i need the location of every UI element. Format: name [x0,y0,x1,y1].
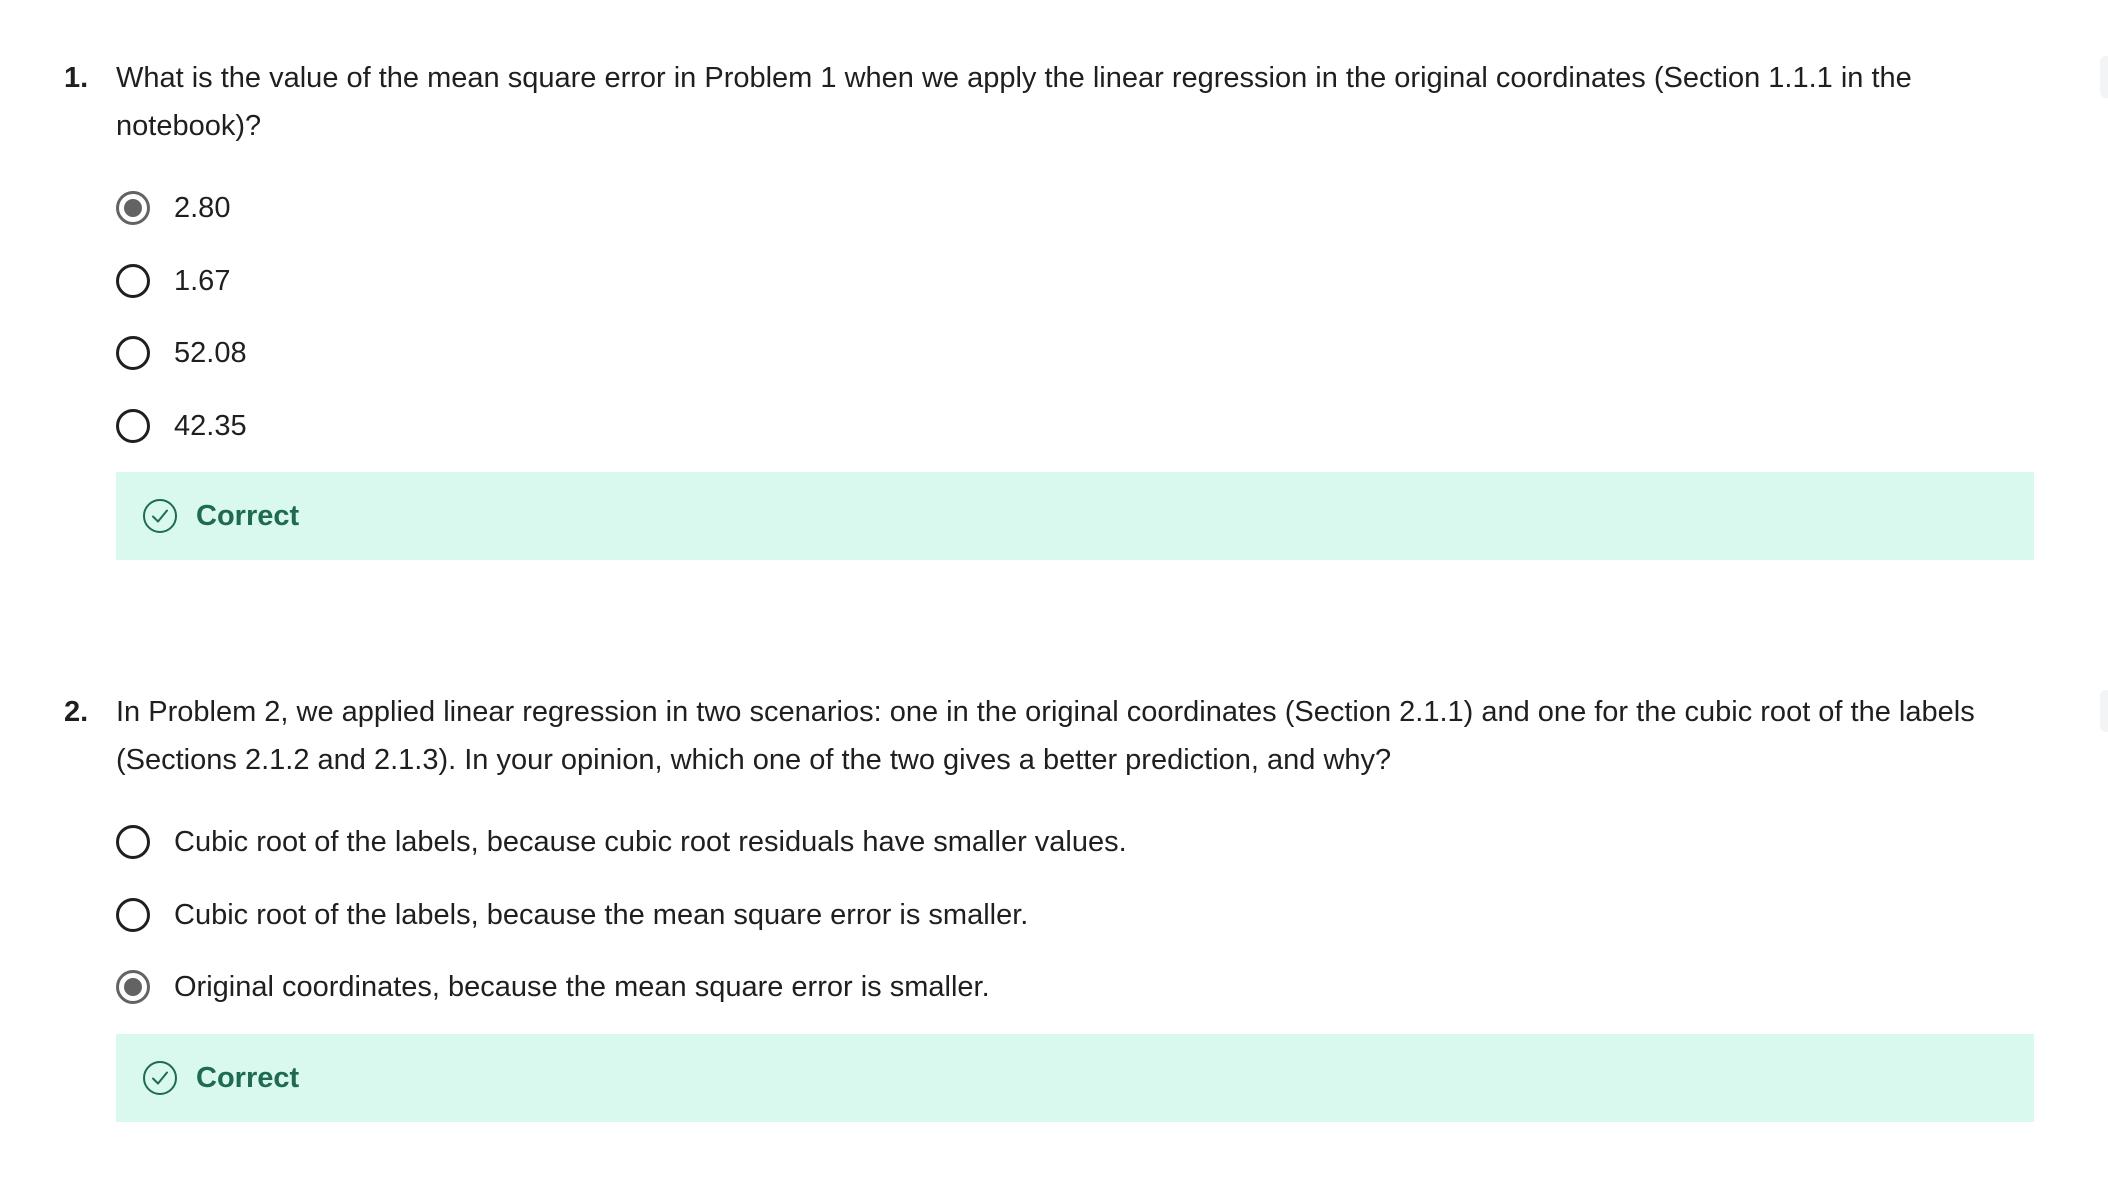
question-text: What is the value of the mean square err… [116,62,1912,142]
feedback-label: Correct [196,1061,300,1094]
radio-button[interactable] [116,825,150,859]
quiz-page: 1. What is the value of the mean square … [0,0,2108,1188]
option-label: 42.35 [174,409,247,442]
option-2[interactable]: 1.67 [116,257,247,305]
option-label: 2.80 [174,192,231,224]
option-1[interactable]: 2.80 [116,184,247,232]
radio-button[interactable] [116,408,150,443]
option-2[interactable]: Cubic root of the labels, because the me… [116,891,1127,939]
check-circle-icon [142,498,178,534]
feedback-correct: Correct [116,472,2034,560]
option-3[interactable]: Original coordinates, because the mean s… [116,963,1127,1011]
radio-button[interactable] [116,263,150,298]
feedback-correct: Correct [116,1034,2034,1122]
side-tab[interactable] [2100,690,2108,732]
option-label: Original coordinates, because the mean s… [174,971,990,1003]
radio-button[interactable] [116,897,150,932]
check-circle-icon [142,1060,178,1096]
option-label: Cubic root of the labels, because the me… [174,898,1029,931]
question-number: 2. [64,696,89,728]
option-1[interactable]: Cubic root of the labels, because cubic … [116,818,1127,866]
option-3[interactable]: 52.08 [116,329,247,377]
option-label: 52.08 [174,337,247,369]
radio-button[interactable] [116,336,150,370]
option-label: 1.67 [174,264,231,297]
option-label: Cubic root of the labels, because cubic … [174,826,1127,858]
question-number: 1. [64,62,89,94]
radio-button-selected[interactable] [116,970,150,1004]
question-text: In Problem 2, we applied linear regressi… [116,696,1975,776]
option-4[interactable]: 42.35 [116,402,247,450]
feedback-label: Correct [196,499,300,532]
radio-button-selected[interactable] [116,191,150,225]
answer-options: Cubic root of the labels, because cubic … [116,818,1127,1036]
side-tab[interactable] [2100,56,2108,98]
answer-options: 2.80 1.67 52.08 42.35 [116,184,247,474]
